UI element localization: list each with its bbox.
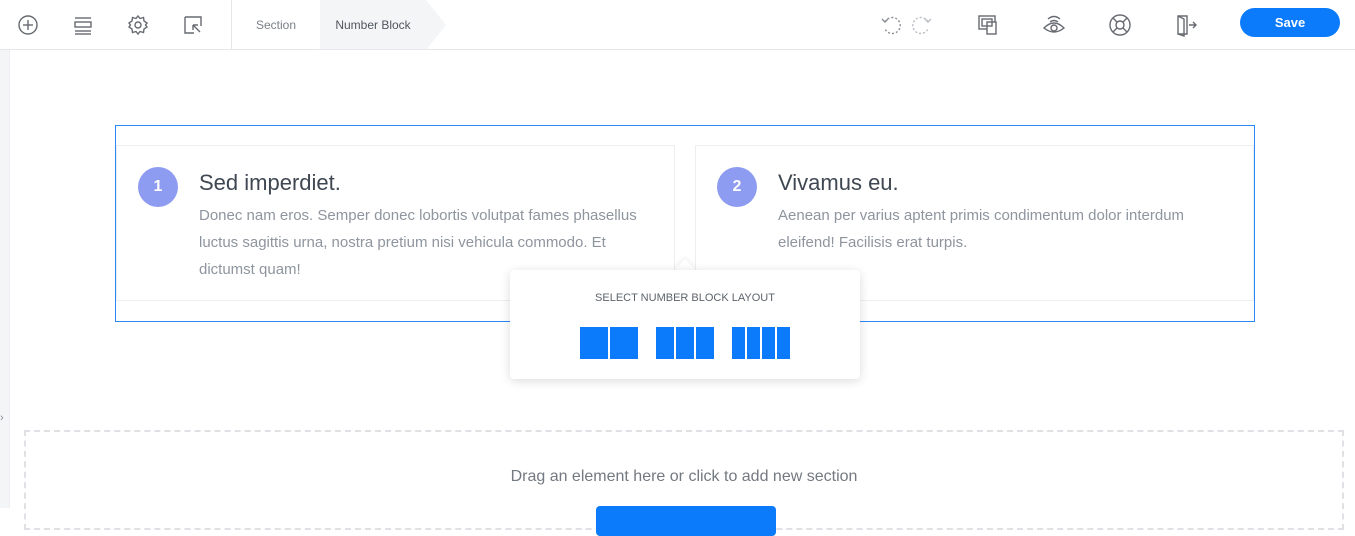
exit-icon[interactable] [1171, 10, 1201, 40]
layout-selector-popup: SELECT NUMBER BLOCK LAYOUT [510, 270, 860, 379]
add-section-button[interactable] [596, 506, 776, 536]
card-title[interactable]: Vivamus eu. [778, 170, 899, 196]
help-icon[interactable] [1105, 10, 1135, 40]
responsive-icon[interactable] [973, 10, 1003, 40]
undo-icon[interactable] [876, 10, 906, 40]
add-section-drop-zone[interactable]: Drag an element here or click to add new… [24, 430, 1344, 536]
gear-icon[interactable] [123, 10, 153, 40]
select-icon[interactable] [178, 10, 208, 40]
top-toolbar: Section Number Block Save [0, 0, 1355, 50]
popup-title: SELECT NUMBER BLOCK LAYOUT [595, 292, 775, 304]
layers-icon[interactable] [68, 10, 98, 40]
card-title[interactable]: Sed imperdiet. [199, 170, 341, 196]
add-icon[interactable] [13, 10, 43, 40]
layout-option-2-columns[interactable] [580, 327, 638, 359]
breadcrumb-arrow [426, 0, 446, 50]
chevron-right-icon[interactable]: › [0, 412, 4, 424]
number-badge: 2 [717, 167, 757, 207]
redo-icon[interactable] [907, 10, 937, 40]
left-panel-rail[interactable]: › [0, 50, 10, 508]
save-button[interactable]: Save [1240, 8, 1340, 37]
drop-zone-text: Drag an element here or click to add new… [510, 468, 858, 485]
layout-option-4-columns[interactable] [732, 327, 790, 359]
preview-icon[interactable] [1039, 10, 1069, 40]
layout-option-3-columns[interactable] [656, 327, 714, 359]
breadcrumb-number-block[interactable]: Number Block [320, 0, 426, 49]
card-text[interactable]: Aenean per varius aptent primis condimen… [778, 202, 1233, 256]
breadcrumb-section[interactable]: Section [232, 0, 320, 49]
number-badge: 1 [138, 167, 178, 207]
